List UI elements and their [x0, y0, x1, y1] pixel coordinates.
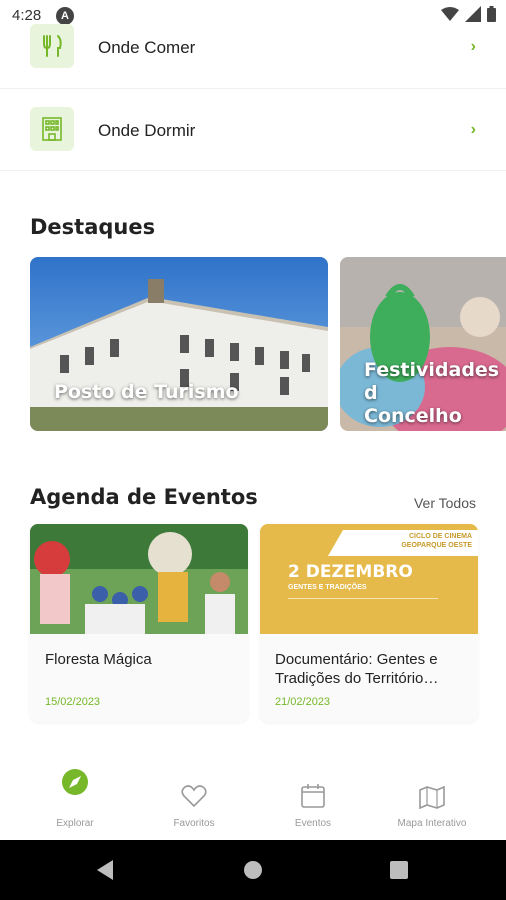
- poster-heading: GEOPARQUE OESTE: [401, 542, 472, 549]
- highlight-image: [30, 257, 328, 431]
- highlight-caption: Posto de Turismo: [54, 381, 239, 403]
- event-title: Floresta Mágica: [45, 651, 152, 668]
- map-icon: [419, 785, 445, 810]
- highlight-caption: Festividades d Concelho: [364, 359, 506, 428]
- tab-explorar[interactable]: Explorar: [12, 758, 138, 840]
- event-date: 15/02/2023: [45, 696, 101, 708]
- event-card[interactable]: CICLO DE CINEMA GEOPARQUE OESTE 2 DEZEMB…: [260, 524, 478, 722]
- tab-label: Explorar: [56, 818, 94, 829]
- tab-mapa-interativo[interactable]: Mapa Interativo: [369, 758, 495, 840]
- heart-icon: [181, 785, 207, 808]
- hotel-icon: [30, 107, 74, 151]
- poster-subtitle: GENTES E TRADIÇÕES: [288, 584, 367, 591]
- recents-icon[interactable]: [390, 861, 408, 879]
- highlight-card-posto-turismo[interactable]: Posto de Turismo: [30, 257, 328, 431]
- event-image: [30, 524, 248, 634]
- event-card[interactable]: Floresta Mágica 15/02/2023: [30, 524, 248, 722]
- tab-label: Favoritos: [173, 818, 215, 829]
- event-date: 21/02/2023: [275, 696, 331, 708]
- tab-favoritos[interactable]: Favoritos: [131, 758, 257, 840]
- bottom-tab-bar: Explorar Favoritos Eventos Mapa Interati…: [0, 758, 506, 840]
- event-title: Documentário: Gentes e Tradições do Terr…: [275, 651, 439, 687]
- menu-label: Onde Comer: [98, 38, 196, 57]
- chevron-right-icon: ›: [470, 38, 476, 55]
- system-navigation-bar: [0, 840, 506, 900]
- poster-heading: CICLO DE CINEMA: [409, 533, 472, 540]
- see-all-link[interactable]: Ver Todos: [414, 495, 476, 511]
- back-icon[interactable]: [97, 860, 115, 880]
- tab-eventos[interactable]: Eventos: [250, 758, 376, 840]
- poster-big-date: 2 DEZEMBRO: [288, 562, 413, 582]
- highlight-caption-line: Concelho: [364, 405, 462, 427]
- chevron-right-icon: ›: [470, 121, 476, 138]
- compass-icon: [62, 769, 88, 795]
- tab-label: Eventos: [294, 818, 332, 829]
- home-icon[interactable]: [244, 861, 262, 879]
- menu-onde-dormir[interactable]: Onde Dormir ›: [0, 88, 506, 171]
- tab-label: Mapa Interativo: [397, 818, 467, 829]
- menu-onde-comer[interactable]: Onde Comer ›: [0, 6, 506, 89]
- menu-label: Onde Dormir: [98, 121, 196, 140]
- highlights-title: Destaques: [30, 215, 156, 239]
- fork-knife-icon: [30, 24, 74, 68]
- calendar-icon: [301, 784, 325, 808]
- event-poster: CICLO DE CINEMA GEOPARQUE OESTE 2 DEZEMB…: [260, 524, 478, 634]
- events-title: Agenda de Eventos: [30, 485, 258, 509]
- highlight-card-festividades[interactable]: Festividades d Concelho: [340, 257, 506, 431]
- highlight-caption-line: Festividades d: [364, 359, 500, 404]
